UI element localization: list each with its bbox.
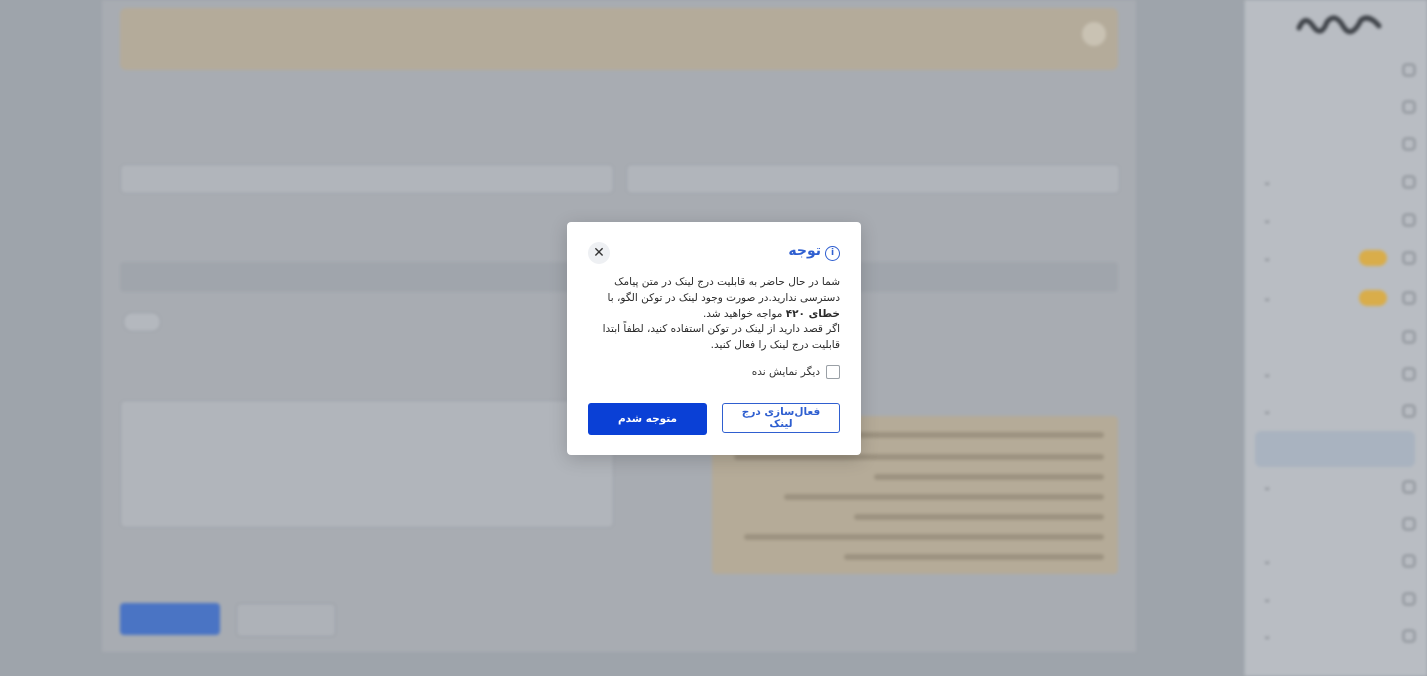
modal-message: شما در حال حاضر به قابلیت درج لینک در مت…: [588, 275, 840, 354]
sidebar-item-16: ⌄: [1255, 618, 1415, 654]
background-field-type: [120, 164, 614, 194]
background-cancel-button: [236, 603, 336, 637]
error-code: خطای ۴۲۰: [785, 307, 840, 320]
background-toggle: [123, 312, 161, 332]
sidebar-item-4: ⌄: [1255, 164, 1415, 200]
logo: [1295, 8, 1383, 43]
sidebar-item-1: [1255, 52, 1415, 88]
sidebar: ⌄ ⌄ ⌄ ⌄ ⌄ ⌄ ⌄ ⌄ ⌄ ⌄: [1244, 0, 1427, 676]
sidebar-item-7: ⌄: [1255, 280, 1415, 316]
background-alert: [120, 8, 1118, 70]
enable-link-button[interactable]: فعال‌سازی درج لینک: [722, 403, 840, 433]
background-textarea: [120, 400, 614, 528]
sidebar-item-9: ⌄: [1255, 356, 1415, 392]
ok-button[interactable]: متوجه شدم: [588, 403, 707, 435]
close-button[interactable]: ✕: [588, 242, 610, 264]
background-save-button: [120, 603, 220, 635]
dont-show-checkbox[interactable]: [826, 365, 840, 379]
sidebar-item-15: ⌄: [1255, 581, 1415, 617]
info-icon: i: [825, 246, 840, 261]
dont-show-label: دیگر نمایش نده: [751, 366, 820, 378]
sidebar-item-active: [1255, 431, 1415, 467]
sidebar-item-14: ⌄: [1255, 543, 1415, 579]
sidebar-item-2: [1255, 89, 1415, 125]
sidebar-item-3: [1255, 126, 1415, 162]
sidebar-item-10: ⌄: [1255, 393, 1415, 429]
sidebar-item-8: [1255, 319, 1415, 355]
sidebar-item-13: [1255, 506, 1415, 542]
alert-icon: [1082, 22, 1106, 46]
dont-show-again[interactable]: دیگر نمایش نده: [752, 365, 840, 379]
background-field-name: [626, 164, 1120, 194]
modal-message-text: شما در حال حاضر به قابلیت درج لینک در مت…: [607, 276, 840, 320]
sidebar-item-12: ⌄: [1255, 469, 1415, 505]
modal-title: توجه: [788, 243, 821, 259]
sidebar-item-6: ⌄: [1255, 240, 1415, 276]
modal-message-instruction: اگر قصد دارید از لینک در توکن استفاده کن…: [602, 323, 840, 352]
sidebar-item-5: ⌄: [1255, 202, 1415, 238]
link-warning-modal: i توجه ✕ شما در حال حاضر به قابلیت درج ل…: [567, 222, 861, 455]
